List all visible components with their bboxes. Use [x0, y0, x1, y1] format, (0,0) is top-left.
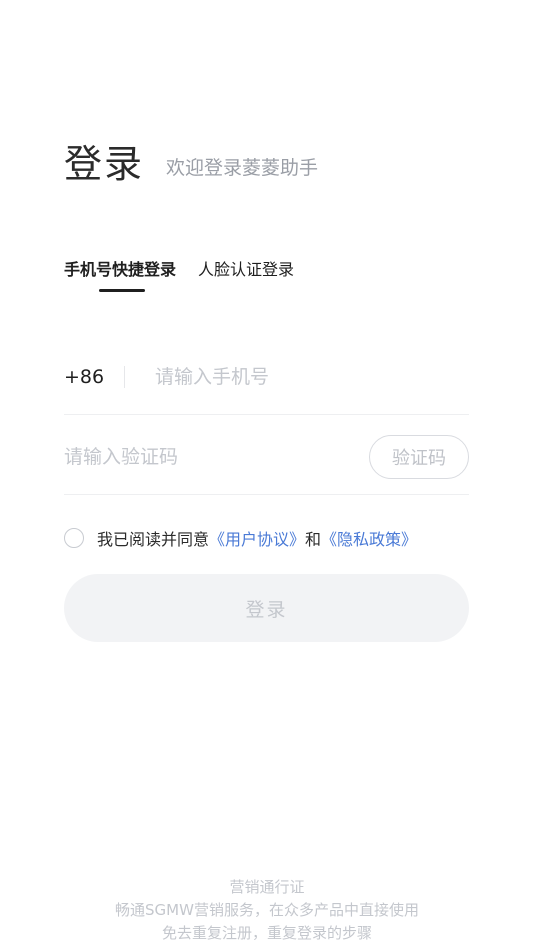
agreement-row: 我已阅读并同意 《用户协议》 和 《隐私政策》: [64, 526, 417, 550]
agreement-prefix: 我已阅读并同意: [97, 530, 210, 549]
header: 登录 欢迎登录菱菱助手: [64, 140, 318, 188]
agreement-conjunction: 和: [305, 530, 322, 549]
divider: [124, 366, 125, 388]
phone-input[interactable]: [155, 366, 398, 388]
page-title: 登录: [64, 142, 145, 186]
get-code-button[interactable]: 验证码: [369, 435, 469, 479]
footer-line: 免去重复注册，重复登录的步骤: [161, 924, 372, 942]
user-agreement-link[interactable]: 《用户协议》: [209, 526, 305, 550]
login-button[interactable]: 登录: [64, 574, 469, 642]
active-tab-indicator: [99, 289, 145, 292]
footer: 营销通行证 畅通SGMW营销服务，在众多产品中直接使用 免去重复注册，重复登录的…: [0, 876, 534, 945]
footer-line: 畅通SGMW营销服务，在众多产品中直接使用: [115, 901, 419, 919]
page-subtitle: 欢迎登录菱菱助手: [166, 157, 319, 179]
phone-field-row: +86: [64, 340, 469, 415]
privacy-policy-link[interactable]: 《隐私政策》: [321, 526, 417, 550]
login-tabs: 手机号快捷登录 人脸认证登录: [64, 258, 294, 282]
country-code[interactable]: +86: [64, 366, 124, 388]
agreement-checkbox[interactable]: [64, 528, 84, 548]
footer-title: 营销通行证: [229, 878, 305, 896]
tab-phone-login[interactable]: 手机号快捷登录: [64, 258, 176, 282]
verification-code-input[interactable]: [64, 446, 344, 468]
tab-face-login[interactable]: 人脸认证登录: [198, 258, 294, 282]
code-field-row: 验证码: [64, 420, 469, 495]
